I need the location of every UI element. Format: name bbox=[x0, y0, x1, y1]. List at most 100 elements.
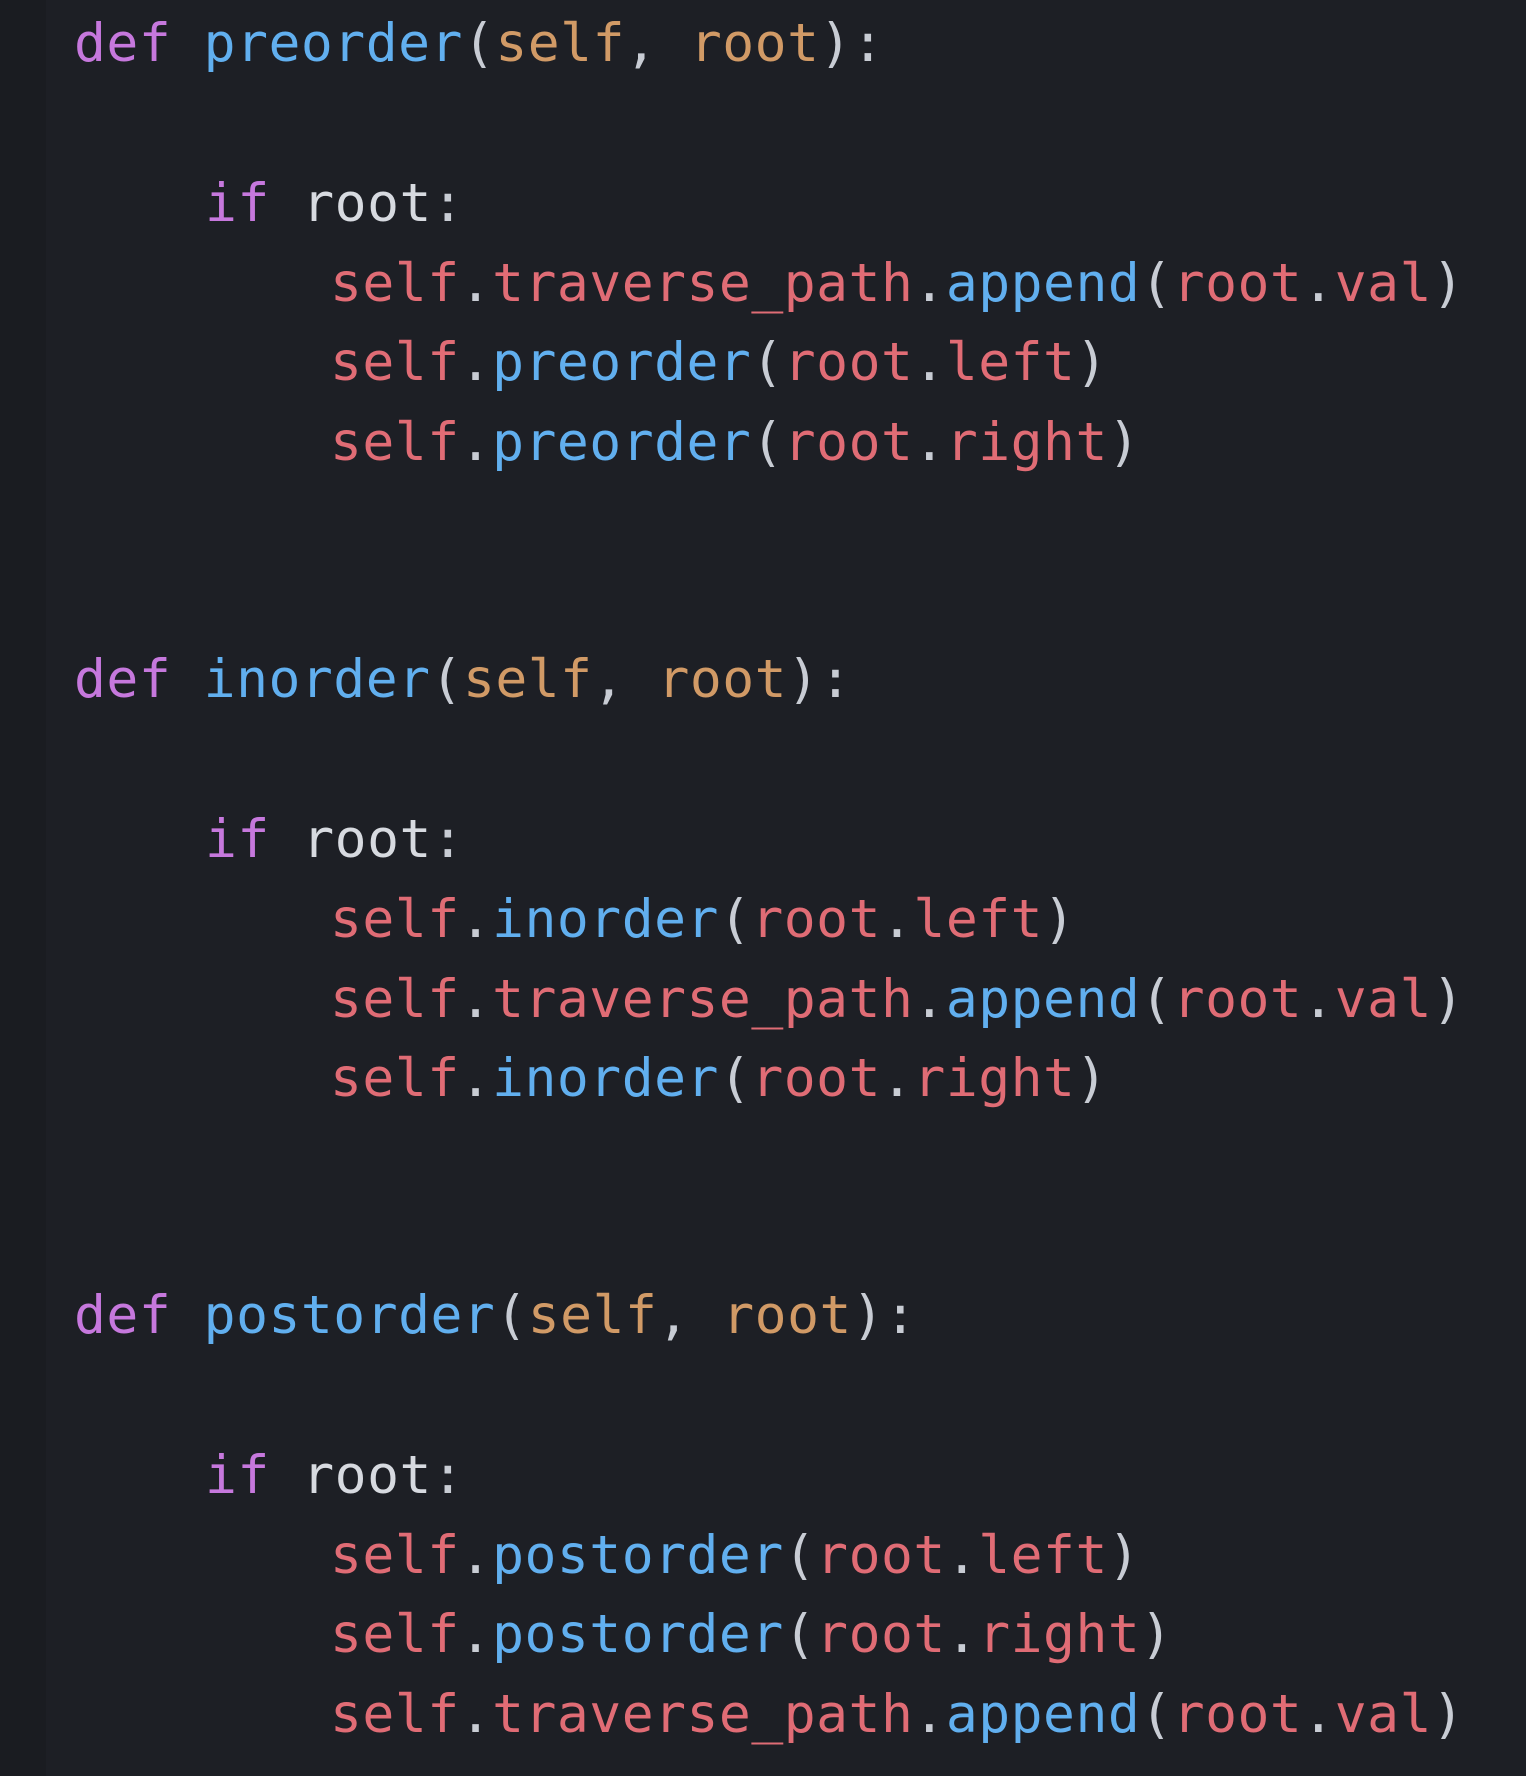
attribute: val bbox=[1334, 969, 1432, 1030]
punctuation: ( bbox=[1140, 253, 1173, 314]
attribute: right bbox=[978, 1604, 1141, 1665]
punctuation: : bbox=[851, 13, 885, 74]
self-ref: self bbox=[330, 969, 460, 1030]
param-self: self bbox=[495, 13, 625, 74]
code-line-append: self.traverse_path.append(root.val) bbox=[0, 244, 1464, 324]
attribute: traverse_path bbox=[492, 1684, 914, 1745]
identifier: root bbox=[816, 1604, 946, 1665]
punctuation: ) bbox=[851, 1285, 885, 1346]
attribute: val bbox=[1334, 1684, 1432, 1745]
code-line-append: self.traverse_path.append(root.val) bbox=[0, 960, 1464, 1040]
punctuation: . bbox=[459, 1684, 493, 1745]
code-line-if-root: if root: bbox=[0, 1436, 464, 1516]
method-name: inorder bbox=[492, 1048, 719, 1109]
param-root: root bbox=[657, 649, 788, 710]
identifier: root bbox=[783, 412, 914, 473]
self-ref: self bbox=[330, 412, 460, 473]
punctuation: ) bbox=[1431, 969, 1465, 1030]
self-ref: self bbox=[330, 1525, 460, 1586]
punctuation: : bbox=[884, 1285, 917, 1346]
self-ref: self bbox=[330, 1048, 460, 1109]
code-line-call-right: self.preorder(root.right) bbox=[0, 403, 1140, 483]
attribute: traverse_path bbox=[492, 969, 914, 1030]
punctuation: : bbox=[431, 809, 465, 870]
identifier: root bbox=[302, 1445, 432, 1506]
keyword-if: if bbox=[205, 1445, 270, 1506]
punctuation: . bbox=[1302, 969, 1335, 1030]
attribute: right bbox=[945, 412, 1108, 473]
punctuation: . bbox=[945, 1604, 979, 1665]
method-name: postorder bbox=[492, 1604, 784, 1665]
attribute: left bbox=[945, 332, 1076, 393]
punctuation: ( bbox=[783, 1604, 817, 1665]
punctuation: ) bbox=[1431, 253, 1465, 314]
function-name: postorder bbox=[203, 1285, 496, 1346]
code-line-def-inorder: def inorder(self, root): bbox=[0, 640, 852, 720]
code-line-def-postorder: def postorder(self, root): bbox=[0, 1276, 917, 1356]
param-self: self bbox=[462, 649, 593, 710]
identifier: root bbox=[751, 889, 881, 950]
self-ref: self bbox=[330, 889, 460, 950]
punctuation: ( bbox=[718, 889, 752, 950]
param-self: self bbox=[527, 1285, 658, 1346]
punctuation: ) bbox=[1075, 332, 1108, 393]
code-line-call-right: self.inorder(root.right) bbox=[0, 1039, 1108, 1119]
identifier: root bbox=[1172, 969, 1303, 1030]
method-name: append bbox=[945, 253, 1141, 314]
punctuation: ( bbox=[495, 1285, 528, 1346]
code-line-if-root: if root: bbox=[0, 164, 464, 244]
punctuation: ) bbox=[1107, 412, 1141, 473]
identifier: root bbox=[1172, 253, 1303, 314]
code-line-call-left: self.postorder(root.left) bbox=[0, 1516, 1140, 1596]
identifier: root bbox=[816, 1525, 946, 1586]
punctuation: ) bbox=[1043, 889, 1076, 950]
param-root: root bbox=[689, 13, 820, 74]
punctuation: ) bbox=[1140, 1604, 1173, 1665]
punctuation: ( bbox=[751, 412, 784, 473]
keyword-def: def bbox=[74, 1285, 172, 1346]
punctuation: : bbox=[819, 649, 852, 710]
code-line-append: self.traverse_path.append(root.val) bbox=[0, 1675, 1464, 1755]
punctuation: ) bbox=[1107, 1525, 1141, 1586]
code-editor[interactable]: def preorder(self, root): if root: self.… bbox=[0, 0, 1526, 1776]
identifier: root bbox=[302, 809, 432, 870]
method-name: preorder bbox=[492, 412, 752, 473]
punctuation: . bbox=[459, 1048, 493, 1109]
self-ref: self bbox=[330, 332, 460, 393]
self-ref: self bbox=[330, 1684, 460, 1745]
method-name: append bbox=[945, 969, 1141, 1030]
punctuation: . bbox=[913, 969, 946, 1030]
attribute: val bbox=[1334, 253, 1432, 314]
code-line-call-right: self.postorder(root.right) bbox=[0, 1595, 1173, 1675]
method-name: inorder bbox=[492, 889, 719, 950]
punctuation: ( bbox=[430, 649, 463, 710]
attribute: left bbox=[978, 1525, 1108, 1586]
punctuation: . bbox=[913, 412, 946, 473]
method-name: preorder bbox=[492, 332, 752, 393]
punctuation: ) bbox=[1075, 1048, 1108, 1109]
punctuation: ) bbox=[819, 13, 852, 74]
punctuation: ( bbox=[783, 1525, 817, 1586]
punctuation: . bbox=[459, 332, 493, 393]
punctuation: ( bbox=[718, 1048, 752, 1109]
method-name: append bbox=[945, 1684, 1141, 1745]
punctuation: . bbox=[459, 1604, 493, 1665]
identifier: root bbox=[783, 332, 914, 393]
attribute: left bbox=[913, 889, 1044, 950]
code-line-if-root: if root: bbox=[0, 800, 464, 880]
punctuation: , bbox=[592, 649, 626, 710]
identifier: root bbox=[1172, 1684, 1303, 1745]
punctuation: . bbox=[881, 1048, 914, 1109]
punctuation: . bbox=[1302, 1684, 1335, 1745]
self-ref: self bbox=[330, 253, 460, 314]
punctuation: . bbox=[1302, 253, 1335, 314]
attribute: traverse_path bbox=[492, 253, 914, 314]
punctuation: . bbox=[945, 1525, 979, 1586]
code-area[interactable]: def preorder(self, root): if root: self.… bbox=[0, 0, 1526, 1776]
punctuation: . bbox=[459, 889, 493, 950]
code-line-call-left: self.inorder(root.left) bbox=[0, 880, 1075, 960]
punctuation: ) bbox=[787, 649, 820, 710]
punctuation: : bbox=[431, 173, 465, 234]
punctuation: , bbox=[625, 13, 658, 74]
punctuation: ( bbox=[751, 332, 784, 393]
